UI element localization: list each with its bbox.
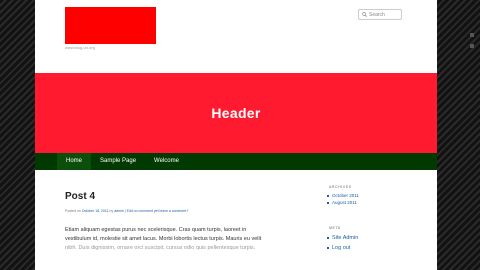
- post-meta-by: by: [109, 209, 114, 213]
- header-banner: Header: [35, 73, 437, 153]
- meta-widget: META Site Admin Log out: [327, 226, 407, 253]
- post-comment-link[interactable]: leave a comment?: [160, 209, 189, 213]
- post-meta-separator: |: [124, 209, 126, 213]
- archive-link-label: August 2011: [332, 200, 357, 205]
- post-date-link[interactable]: October 18, 2011: [82, 209, 109, 213]
- archives-widget: ARCHIVES October 2011 August 2011: [327, 185, 407, 206]
- bullet-icon: [327, 247, 329, 249]
- post-title[interactable]: Post 4: [65, 191, 95, 202]
- site-url: www.blog-url.org: [65, 45, 95, 50]
- site-admin-link[interactable]: Site Admin: [327, 233, 407, 243]
- site-admin-label: Site Admin: [332, 235, 359, 241]
- nav-item-welcome[interactable]: Welcome: [145, 153, 188, 170]
- browser-page: www.blog-url.org Search Header Home Samp…: [35, 0, 437, 270]
- log-out-link[interactable]: Log out: [327, 243, 407, 253]
- site-logo[interactable]: [65, 7, 156, 44]
- post-author-link[interactable]: admin: [114, 209, 124, 213]
- post-body-line: Etiam aliquam egestas purus nec sceleris…: [65, 227, 247, 233]
- archives-title: ARCHIVES: [329, 185, 352, 189]
- archive-link-label: October 2011: [332, 193, 359, 198]
- scroll-button[interactable]: [470, 33, 474, 37]
- bullet-icon: [327, 194, 329, 197]
- search-icon: [362, 12, 367, 17]
- bullet-icon: [327, 237, 329, 239]
- scrollbar[interactable]: [464, 0, 480, 270]
- search-input[interactable]: Search: [358, 9, 402, 20]
- search-placeholder: Search: [369, 11, 385, 18]
- post-meta: Posted on October 18, 2011 by admin | Ed…: [65, 209, 188, 213]
- post-body-line: nibh. Duis dignissim, ornare orci suscip…: [65, 245, 256, 251]
- bullet-icon: [327, 201, 329, 204]
- main-nav: Home Sample Page Welcome: [35, 153, 437, 170]
- archive-link-october-2011[interactable]: October 2011: [327, 192, 407, 199]
- log-out-label: Log out: [332, 245, 351, 251]
- post-body-line: vestibulum id, molestie sit amet lacus. …: [65, 236, 262, 242]
- post-edit-link[interactable]: Edit no comment yet: [127, 209, 159, 213]
- post-body: Etiam aliquam egestas purus nec sceleris…: [65, 226, 327, 253]
- post-meta-prefix: Posted on: [65, 209, 81, 213]
- scroll-button[interactable]: [470, 44, 474, 48]
- nav-item-home[interactable]: Home: [57, 153, 92, 170]
- sidebar: ARCHIVES October 2011 August 2011 META S…: [327, 185, 407, 253]
- nav-item-sample-page[interactable]: Sample Page: [91, 153, 145, 170]
- meta-title: META: [329, 226, 341, 230]
- header-title: Header: [211, 105, 261, 121]
- archive-link-august-2011[interactable]: August 2011: [327, 199, 407, 206]
